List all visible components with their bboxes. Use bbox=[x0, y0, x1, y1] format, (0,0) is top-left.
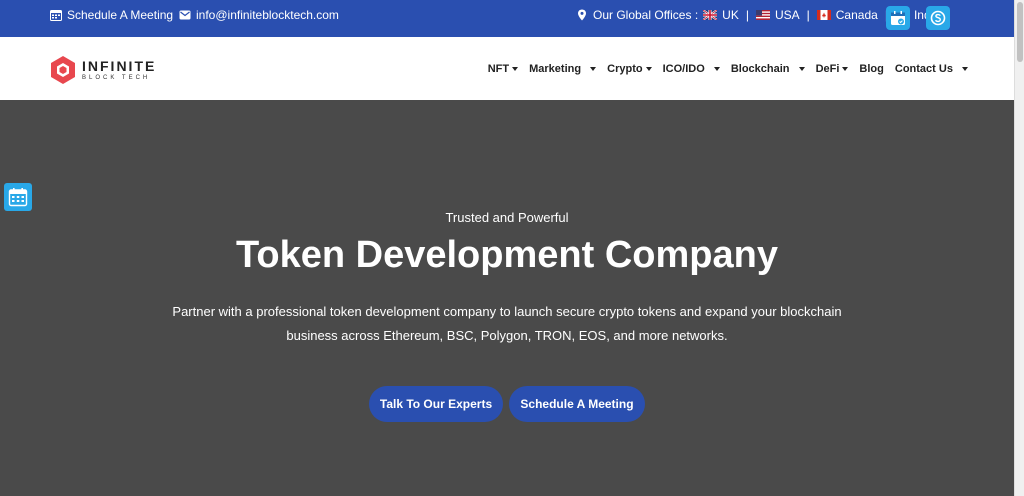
nav-item-marketing[interactable]: Marketing bbox=[529, 63, 597, 75]
schedule-meeting-link[interactable]: Schedule A Meeting bbox=[50, 0, 173, 30]
calendar-icon bbox=[50, 10, 62, 21]
map-pin-icon bbox=[578, 9, 586, 21]
site-logo[interactable]: INFINITE BLOCK TECH bbox=[50, 55, 156, 85]
email-link[interactable]: info@infiniteblocktech.com bbox=[179, 0, 339, 30]
envelope-icon bbox=[179, 10, 191, 20]
nav-menu: NFT Marketing Crypto ICO/IDO Blockchain … bbox=[488, 37, 968, 100]
caret-down-icon bbox=[645, 66, 652, 71]
nav-item-ico-ido[interactable]: ICO/IDO bbox=[663, 63, 720, 75]
top-bar: Schedule A Meeting info@infiniteblocktec… bbox=[0, 0, 1014, 37]
logo-wordmark: INFINITE bbox=[82, 58, 157, 74]
skype-button[interactable] bbox=[926, 6, 950, 30]
floating-calendar-button[interactable] bbox=[4, 183, 32, 211]
office-usa[interactable]: USA bbox=[775, 8, 800, 22]
office-separator: | bbox=[806, 8, 810, 22]
office-canada[interactable]: Canada bbox=[836, 8, 878, 22]
caret-down-icon bbox=[713, 66, 720, 71]
hero-section: Trusted and Powerful Token Development C… bbox=[0, 100, 1014, 496]
nav-item-nft[interactable]: NFT bbox=[488, 63, 519, 75]
nav-item-contact-us[interactable]: Contact Us bbox=[895, 63, 968, 75]
scrollbar-thumb[interactable] bbox=[1017, 2, 1023, 62]
page-scrollbar[interactable] bbox=[1014, 0, 1024, 496]
nav-item-crypto[interactable]: Crypto bbox=[607, 63, 652, 75]
calendar-button[interactable] bbox=[886, 6, 910, 30]
schedule-meeting-label[interactable]: Schedule A Meeting bbox=[67, 8, 173, 22]
caret-down-icon bbox=[798, 66, 805, 71]
calendar-icon bbox=[8, 188, 28, 207]
hexagon-logo-icon bbox=[51, 56, 75, 84]
canada-flag-icon bbox=[816, 10, 831, 20]
nav-item-blockchain[interactable]: Blockchain bbox=[731, 63, 805, 75]
talk-to-experts-button[interactable]: Talk To Our Experts bbox=[369, 386, 503, 422]
caret-down-icon bbox=[590, 66, 597, 71]
main-navbar: INFINITE BLOCK TECH NFT Marketing Crypto… bbox=[0, 37, 1014, 100]
email-address[interactable]: info@infiniteblocktech.com bbox=[196, 8, 339, 22]
uk-flag-icon bbox=[703, 10, 718, 20]
skype-icon bbox=[930, 10, 946, 26]
office-separator: | bbox=[745, 8, 749, 22]
hero-subtitle: Trusted and Powerful bbox=[445, 210, 569, 225]
office-uk[interactable]: UK bbox=[722, 8, 739, 22]
caret-down-icon bbox=[962, 66, 968, 71]
hero-description: Partner with a professional token develo… bbox=[172, 304, 842, 343]
hero-cta-group: Talk To Our Experts Schedule A Meeting bbox=[0, 386, 1014, 422]
nav-item-blog[interactable]: Blog bbox=[859, 63, 883, 75]
usa-flag-icon bbox=[755, 10, 770, 20]
logo-tagline: BLOCK TECH bbox=[82, 75, 151, 81]
hero-title: Token Development Company bbox=[236, 234, 778, 276]
schedule-meeting-button[interactable]: Schedule A Meeting bbox=[509, 386, 645, 422]
caret-down-icon bbox=[842, 66, 849, 71]
calendar-icon bbox=[891, 11, 905, 25]
caret-down-icon bbox=[512, 66, 519, 71]
nav-item-defi[interactable]: DeFi bbox=[816, 63, 849, 75]
offices-label: Our Global Offices : bbox=[593, 8, 699, 22]
